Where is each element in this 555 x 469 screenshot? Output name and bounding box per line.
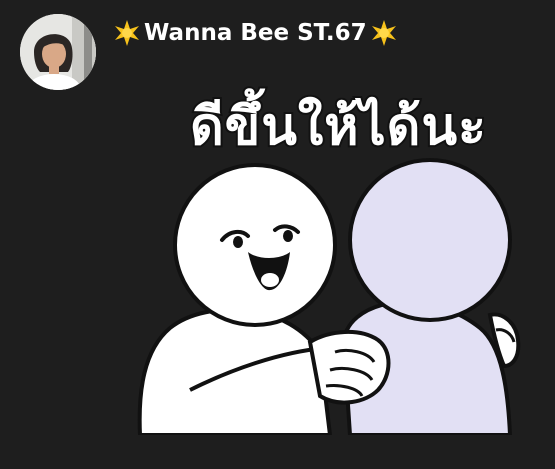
sender-name-row: Wanna Bee ST.67: [112, 18, 399, 48]
sun-star-icon: [371, 20, 396, 46]
avatar-photo: [20, 14, 96, 90]
sender-name: Wanna Bee ST.67: [144, 20, 367, 46]
avatar[interactable]: [20, 14, 96, 90]
sticker-caption: ดีขึ้นให้ได้นะ: [188, 95, 488, 159]
sun-star-icon: [115, 20, 139, 46]
